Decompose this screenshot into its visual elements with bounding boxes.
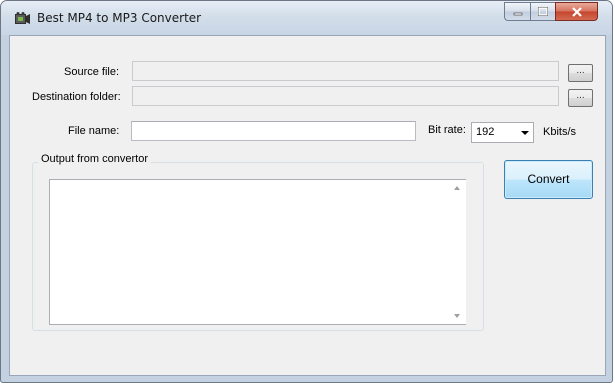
bit-rate-select[interactable]: 192	[471, 122, 534, 143]
output-group-label: Output from convertor	[38, 153, 151, 165]
scroll-up-icon[interactable]	[454, 186, 460, 190]
source-file-browse-button[interactable]: ...	[568, 64, 593, 82]
minimize-button[interactable]	[504, 2, 530, 21]
output-textarea[interactable]	[49, 179, 466, 325]
film-icon	[15, 12, 30, 24]
file-name-input[interactable]	[131, 121, 416, 141]
window-controls	[504, 2, 598, 21]
close-button[interactable]	[555, 2, 598, 21]
chevron-down-icon	[521, 131, 529, 135]
output-scrollbar[interactable]	[449, 180, 466, 324]
destination-folder-browse-button[interactable]: ...	[568, 89, 593, 107]
destination-folder-label: Destination folder:	[32, 91, 121, 103]
file-name-label: File name:	[68, 125, 120, 137]
bit-rate-value: 192	[476, 126, 495, 138]
source-file-field[interactable]	[132, 61, 559, 81]
destination-folder-field[interactable]	[132, 86, 559, 106]
bit-rate-unit: Kbits/s	[543, 126, 577, 138]
convert-button[interactable]: Convert	[504, 160, 593, 199]
bit-rate-label: Bit rate:	[428, 124, 466, 136]
maximize-icon	[538, 7, 548, 16]
minimize-icon	[513, 12, 522, 15]
source-file-label: Source file:	[64, 66, 120, 78]
scroll-down-icon[interactable]	[454, 314, 460, 318]
window-title: Best MP4 to MP3 Converter	[37, 11, 202, 25]
maximize-button[interactable]	[530, 2, 555, 21]
title-bar[interactable]: Best MP4 to MP3 Converter	[1, 1, 612, 35]
client-area: Source file: ... Destination folder: ...…	[9, 35, 606, 376]
app-window: Best MP4 to MP3 Converter Source file: .…	[0, 0, 613, 383]
close-icon	[571, 6, 582, 17]
